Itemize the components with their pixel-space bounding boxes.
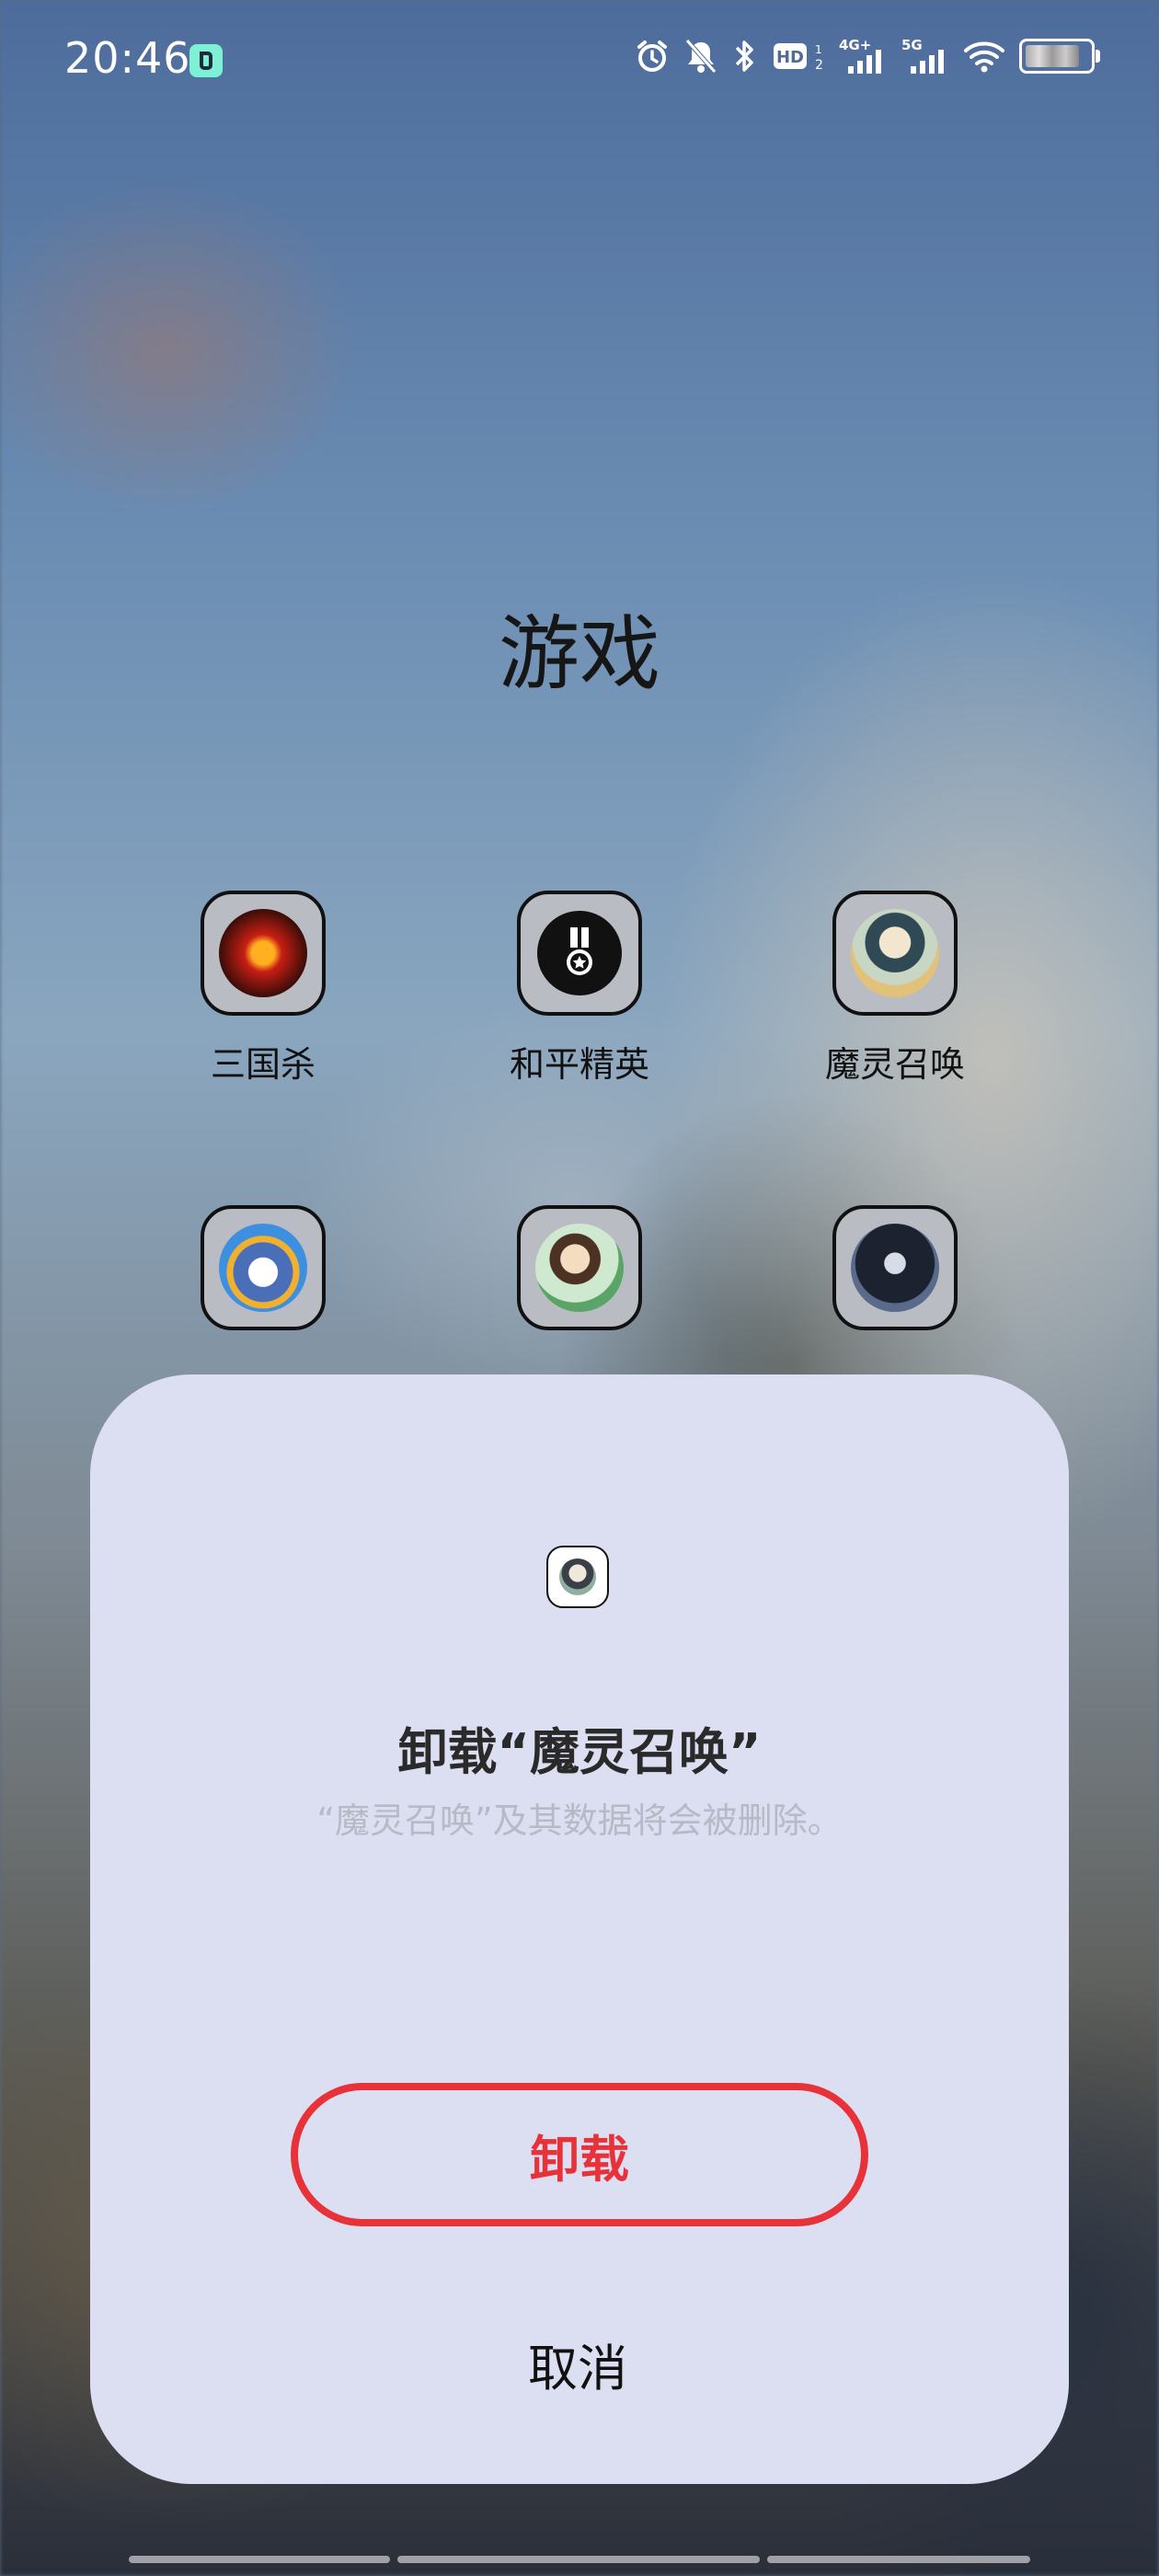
app-dark-hero-game[interactable] (775, 1205, 1015, 1330)
svg-text:4G+: 4G+ (839, 37, 871, 53)
app-peace-elite[interactable]: 和平精英 (460, 891, 699, 1087)
gesture-nav-bar[interactable] (0, 2556, 1159, 2565)
uninstall-dialog: 卸载“魔灵召唤” “魔灵召唤”及其数据将会被删除。 卸载 取消 (90, 1374, 1069, 2484)
folder-title: 游戏 (498, 606, 660, 701)
signal-5g-icon: 5G (901, 37, 944, 74)
battery-icon (1019, 39, 1100, 74)
summoners-war-icon[interactable] (832, 891, 958, 1016)
status-time: 20:46 (64, 33, 191, 83)
mute-bell-icon (685, 39, 717, 74)
app-anime-game[interactable] (460, 1205, 699, 1330)
svg-text:2: 2 (815, 58, 823, 73)
dark-hero-game-icon[interactable] (832, 1205, 958, 1330)
nav-segment[interactable] (397, 2556, 760, 2563)
dialog-title: 卸载“魔灵召唤” (397, 1723, 762, 1781)
signal-4g-icon: 4G+ (839, 37, 881, 74)
nav-segment[interactable] (767, 2556, 1030, 2563)
app-notification-icon (189, 44, 223, 77)
peace-elite-icon[interactable] (517, 891, 642, 1016)
status-bar: 20:46 HD 1 2 4G+ 5G (0, 0, 1159, 120)
app-penguin-game[interactable] (143, 1205, 383, 1330)
anime-game-icon[interactable] (517, 1205, 642, 1330)
app-label: 和平精英 (509, 1044, 649, 1085)
summoners-war-icon (546, 1546, 609, 1608)
sanguosha-icon[interactable] (201, 891, 326, 1016)
app-label: 魔灵召唤 (824, 1044, 965, 1085)
penguin-game-icon[interactable] (201, 1205, 326, 1330)
wifi-icon (964, 41, 1004, 73)
hd-voice-icon: HD 1 2 (774, 43, 823, 73)
uninstall-button[interactable]: 卸载 (291, 2083, 868, 2226)
app-sanguosha[interactable]: 三国杀 (143, 891, 383, 1087)
svg-text:1: 1 (815, 43, 822, 56)
svg-text:HD: HD (776, 48, 804, 67)
bluetooth-icon (735, 40, 753, 72)
nav-segment[interactable] (129, 2556, 390, 2563)
dialog-description: “魔灵召唤”及其数据将会被删除。 (316, 1800, 843, 1841)
app-label: 三国杀 (210, 1044, 316, 1085)
cancel-button[interactable]: 取消 (440, 2313, 716, 2414)
status-icons: HD 1 2 4G+ 5G (635, 37, 1100, 75)
svg-text:5G: 5G (901, 37, 923, 53)
app-summoners-war[interactable]: 魔灵召唤 (775, 891, 1015, 1087)
alarm-icon (637, 40, 667, 72)
